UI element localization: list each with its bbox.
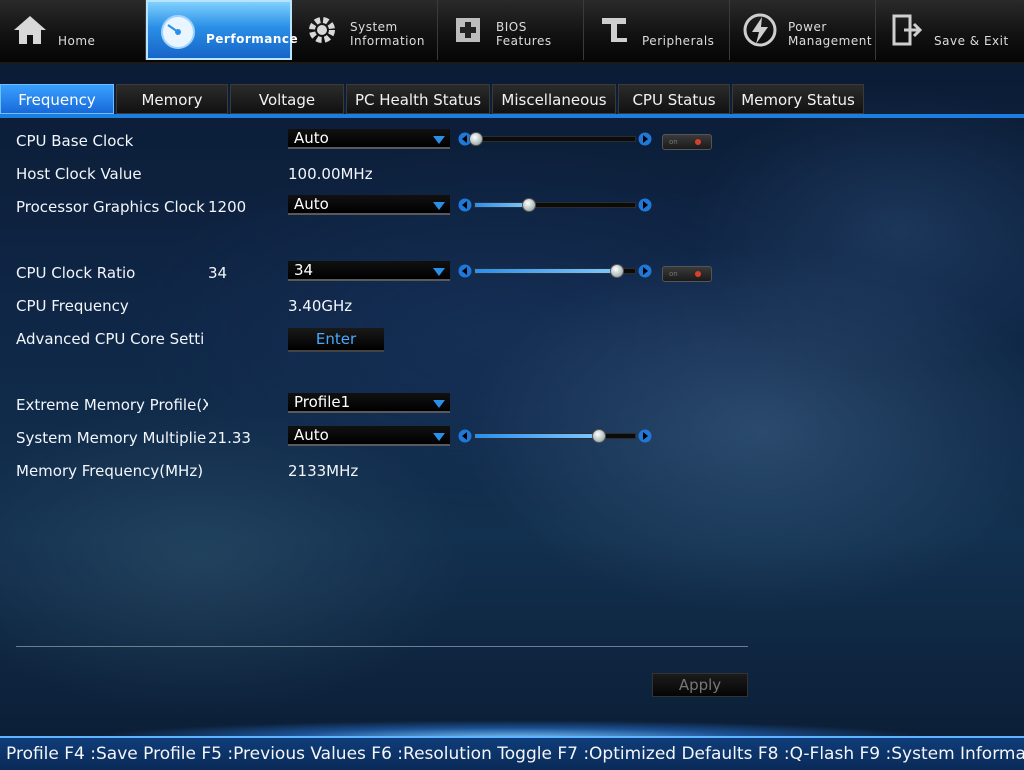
- bottom-glow: [0, 710, 1024, 738]
- cpu-clock-ratio-toggle[interactable]: on: [662, 266, 712, 282]
- top-nav: Home Performance System Information BIOS…: [0, 0, 1024, 64]
- cpu-clock-ratio-slider[interactable]: [458, 262, 652, 278]
- memory-multiplier-value: Auto: [294, 426, 329, 444]
- house-icon: [10, 10, 50, 50]
- igpu-clock-slider[interactable]: [458, 196, 652, 212]
- nav-performance-label: Performance: [206, 32, 299, 46]
- cpu-clock-ratio-current: 34: [208, 264, 228, 282]
- nav-power-management[interactable]: Power Management: [730, 0, 876, 60]
- slider-knob[interactable]: [521, 198, 536, 212]
- cpu-clock-ratio-value: 34: [294, 261, 314, 279]
- memory-multiplier-slider[interactable]: [458, 427, 652, 443]
- slider-increment-icon[interactable]: [638, 428, 652, 443]
- nav-system-information[interactable]: System Information: [292, 0, 438, 60]
- slider-track[interactable]: [474, 429, 636, 443]
- slider-track[interactable]: [469, 132, 636, 146]
- divider: [16, 646, 748, 647]
- slider-increment-icon[interactable]: [638, 131, 652, 146]
- cpu-clock-ratio-dropdown[interactable]: 34: [288, 261, 450, 281]
- cpu-frequency-label: CPU Frequency: [16, 297, 129, 315]
- nav-bios-features-label: BIOS Features: [496, 20, 552, 48]
- slider-track[interactable]: [474, 264, 636, 278]
- slider-decrement-icon[interactable]: [458, 263, 472, 278]
- nav-peripherals[interactable]: Peripherals: [584, 0, 730, 60]
- host-clock-value: 100.00MHz: [288, 165, 373, 183]
- nav-save-exit[interactable]: Save & Exit: [876, 0, 1024, 60]
- tab-cpu-status[interactable]: CPU Status: [618, 84, 730, 114]
- memory-frequency-value: 2133MHz: [288, 462, 359, 480]
- enter-button[interactable]: Enter: [288, 328, 384, 352]
- nav-peripherals-label: Peripherals: [642, 34, 715, 48]
- exit-door-icon: [886, 10, 926, 50]
- power-bolt-icon: [740, 10, 780, 50]
- slider-knob[interactable]: [469, 132, 483, 146]
- hotkey-text: Profile F4 :Save Profile F5 :Previous Va…: [6, 744, 1024, 764]
- chip-plus-icon: [448, 10, 488, 50]
- cpu-base-clock-toggle[interactable]: on: [662, 134, 712, 150]
- memory-multiplier-current: 21.33: [208, 429, 251, 447]
- apply-button[interactable]: Apply: [652, 673, 748, 697]
- cpu-frequency-value: 3.40GHz: [288, 297, 353, 315]
- igpu-clock-dropdown[interactable]: Auto: [288, 195, 450, 215]
- slider-knob[interactable]: [592, 429, 607, 443]
- slider-decrement-icon[interactable]: [458, 197, 472, 212]
- tab-memory[interactable]: Memory: [116, 84, 228, 114]
- cpu-base-clock-slider[interactable]: [458, 130, 652, 146]
- cpu-base-clock-dropdown[interactable]: Auto: [288, 129, 450, 149]
- nav-home-label: Home: [58, 34, 96, 48]
- hotkey-status-bar: Profile F4 :Save Profile F5 :Previous Va…: [0, 736, 1024, 770]
- toggle-indicator-icon: [695, 139, 701, 145]
- xmp-value: Profile1: [294, 393, 351, 411]
- igpu-clock-value: Auto: [294, 195, 329, 213]
- nav-system-information-label: System Information: [350, 20, 425, 48]
- nav-performance[interactable]: Performance: [146, 0, 298, 60]
- toggle-text: on: [669, 138, 678, 146]
- nav-save-exit-label: Save & Exit: [934, 34, 1009, 48]
- chevron-down-icon: [432, 264, 446, 276]
- chevron-down-icon: [432, 396, 446, 408]
- slider-decrement-icon[interactable]: [458, 428, 472, 443]
- slider-track[interactable]: [474, 198, 636, 212]
- nav-power-management-label: Power Management: [788, 20, 873, 48]
- tab-miscellaneous[interactable]: Miscellaneous: [492, 84, 616, 114]
- chevron-down-icon: [432, 198, 446, 210]
- gear-icon: [302, 10, 342, 50]
- gauge-icon: [158, 12, 198, 52]
- slider-fill: [475, 203, 528, 207]
- nav-bios-features[interactable]: BIOS Features: [438, 0, 584, 60]
- slider-fill: [475, 269, 616, 273]
- tab-underline: [0, 114, 1024, 118]
- xmp-dropdown[interactable]: Profile1: [288, 393, 450, 413]
- chevron-down-icon: [432, 132, 446, 144]
- slider-increment-icon[interactable]: [638, 263, 652, 278]
- memory-multiplier-dropdown[interactable]: Auto: [288, 426, 450, 446]
- chevron-down-icon: [432, 429, 446, 441]
- slider-increment-icon[interactable]: [638, 197, 652, 212]
- cpu-base-clock-value: Auto: [294, 129, 329, 147]
- toggle-text: on: [669, 270, 678, 278]
- tab-frequency[interactable]: Frequency: [0, 84, 114, 114]
- igpu-clock-label: Processor Graphics Clock: [16, 198, 205, 216]
- advanced-cpu-core-label: Advanced CPU Core Setti: [16, 330, 205, 348]
- tab-pc-health-status[interactable]: PC Health Status: [346, 84, 490, 114]
- slider-knob[interactable]: [609, 264, 624, 278]
- tab-memory-status[interactable]: Memory Status: [732, 84, 864, 114]
- cpu-clock-ratio-label: CPU Clock Ratio: [16, 264, 136, 282]
- igpu-clock-current: 1200: [208, 198, 247, 216]
- memory-frequency-label: Memory Frequency(MHz): [16, 462, 204, 480]
- toggle-indicator-icon: [695, 271, 701, 277]
- connector-icon: [594, 10, 634, 50]
- xmp-label: Extreme Memory Profile(X: [16, 396, 208, 414]
- slider-fill: [475, 434, 599, 438]
- memory-multiplier-label: System Memory Multiplie: [16, 429, 206, 447]
- cpu-base-clock-label: CPU Base Clock: [16, 132, 134, 150]
- host-clock-label: Host Clock Value: [16, 165, 142, 183]
- tab-voltage[interactable]: Voltage: [230, 84, 344, 114]
- nav-home[interactable]: Home: [0, 0, 146, 60]
